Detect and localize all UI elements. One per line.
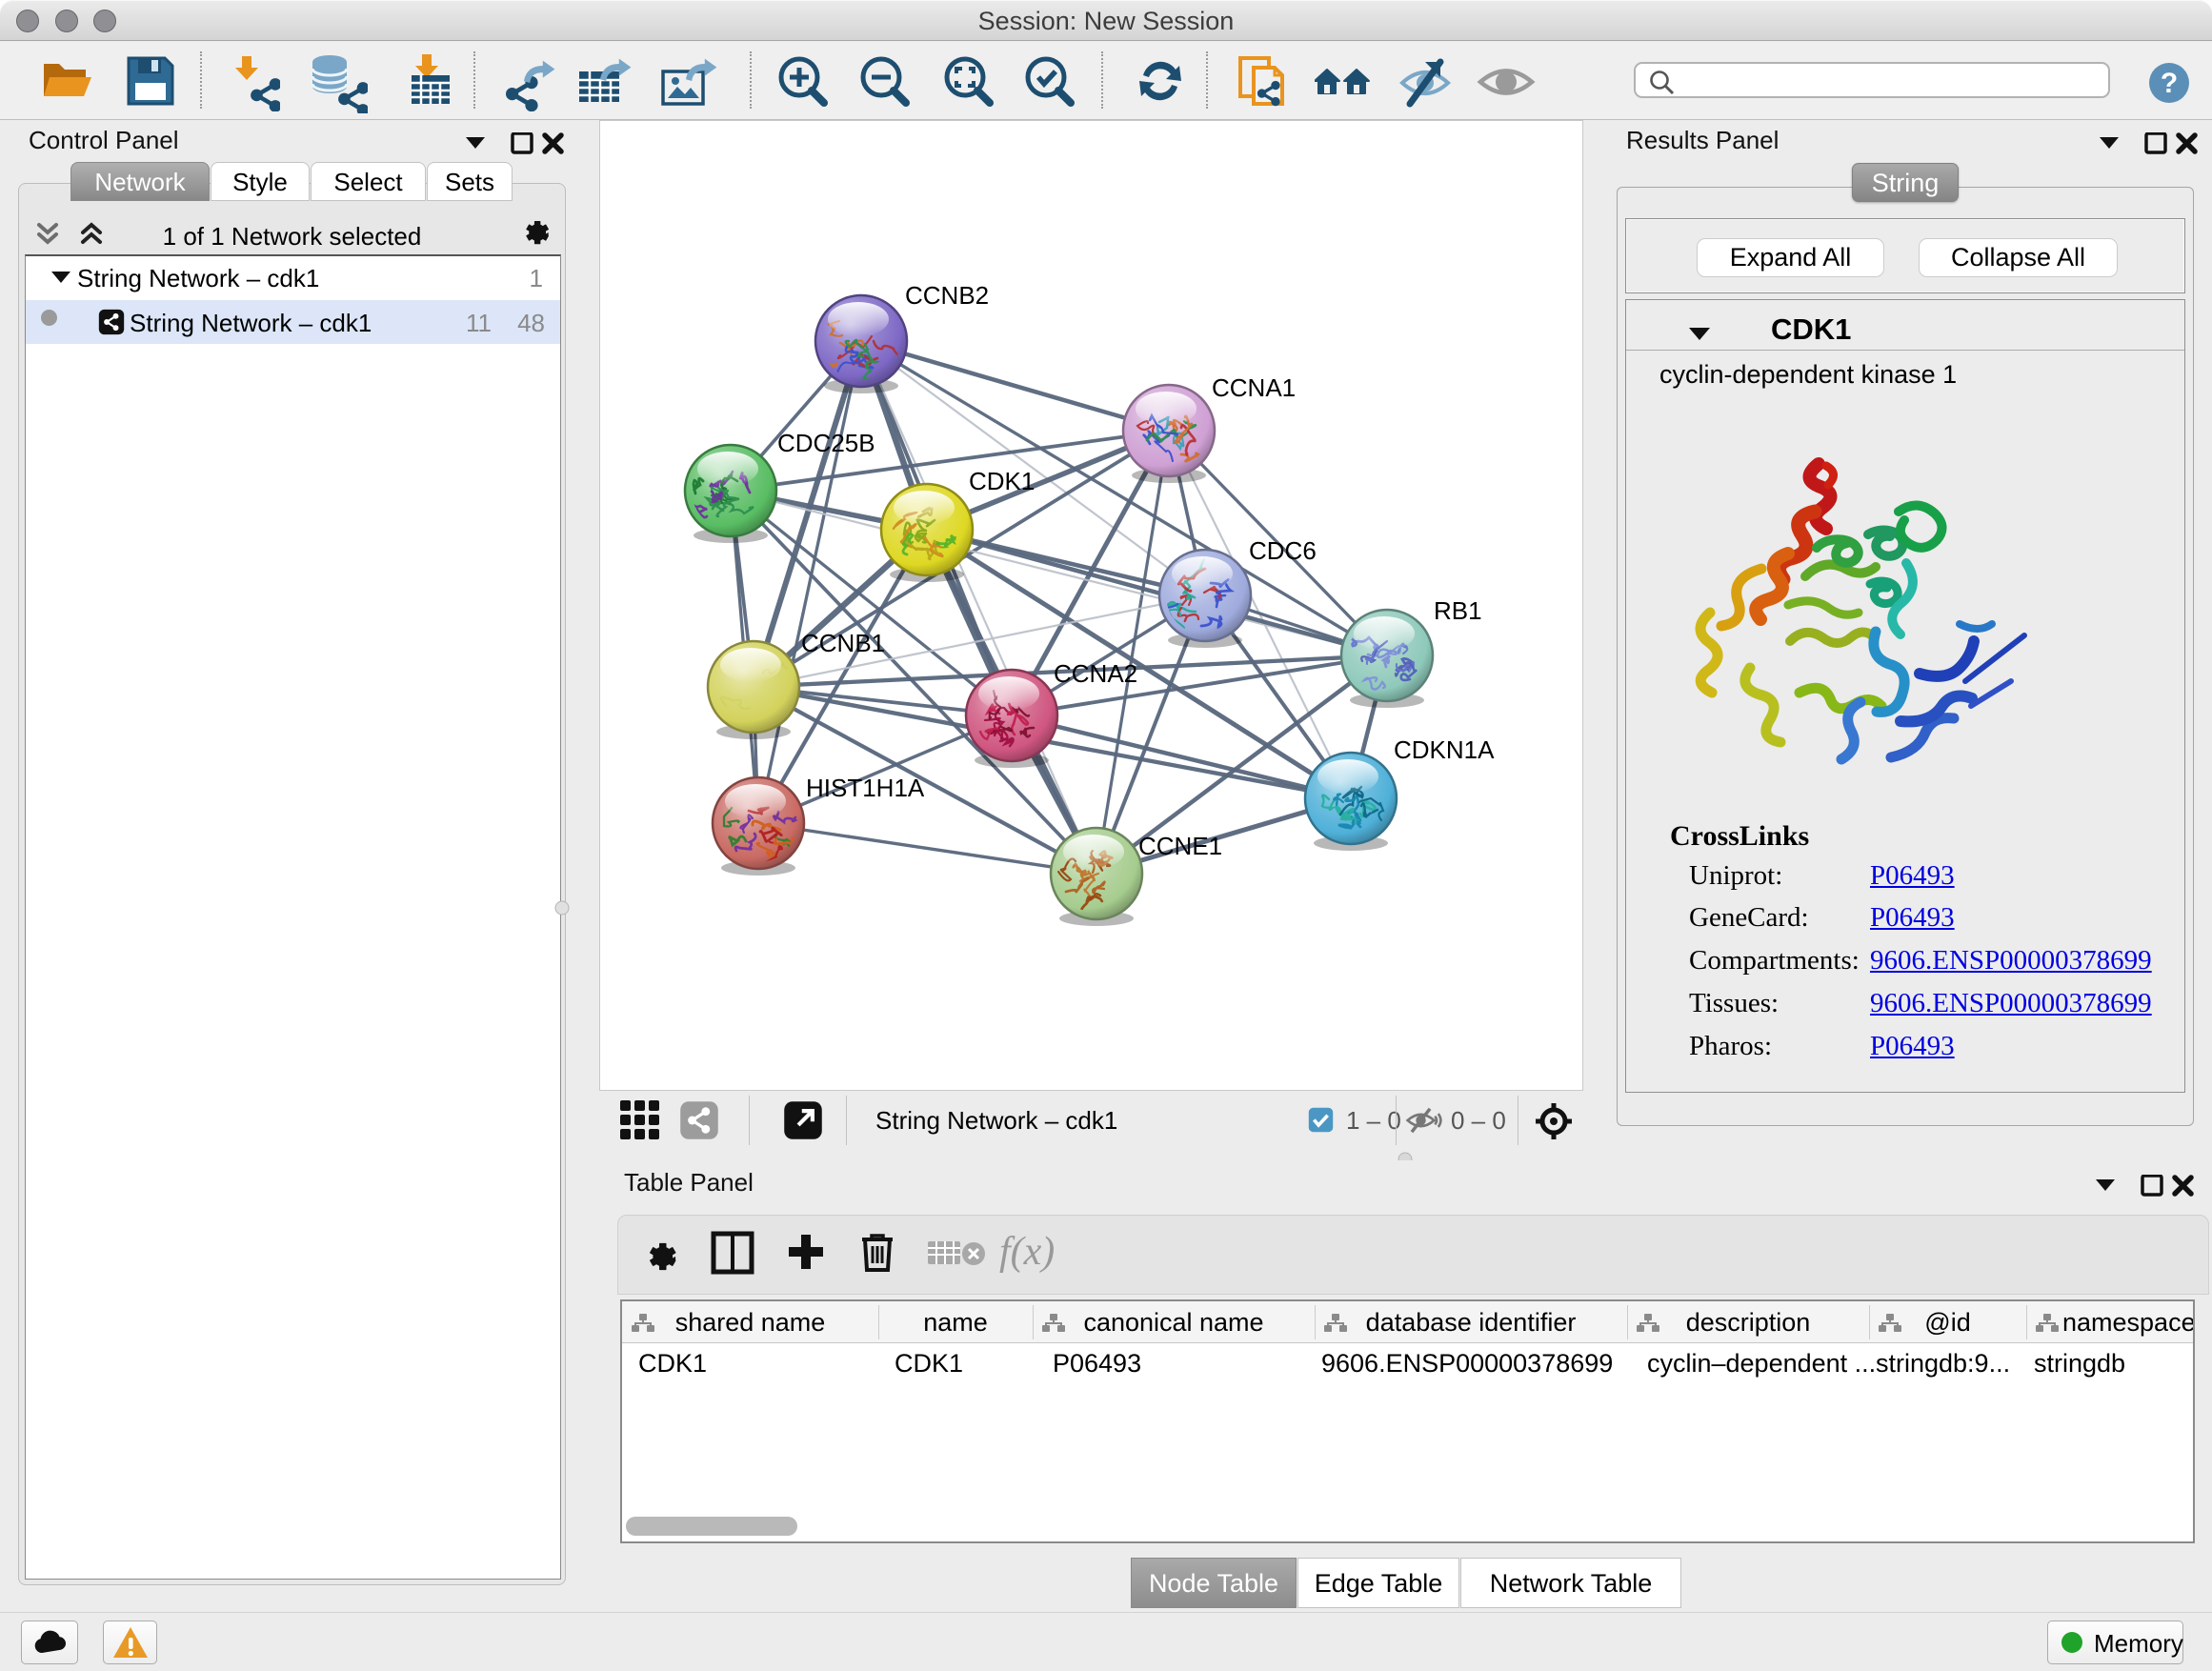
svg-text:?: ? — [2161, 68, 2178, 99]
svg-text:CCNB2: CCNB2 — [905, 281, 989, 310]
svg-text:CDC6: CDC6 — [1249, 536, 1317, 565]
svg-text:CCNB1: CCNB1 — [801, 629, 885, 657]
svg-text:HIST1H1A: HIST1H1A — [806, 774, 925, 802]
svg-text:CCNA1: CCNA1 — [1212, 373, 1296, 402]
svg-text:CDC25B: CDC25B — [777, 429, 875, 457]
svg-text:CCNA2: CCNA2 — [1054, 659, 1137, 688]
svg-text:RB1: RB1 — [1434, 596, 1482, 625]
svg-text:CDK1: CDK1 — [969, 467, 1035, 495]
svg-text:CCNE1: CCNE1 — [1138, 832, 1222, 860]
svg-text:CDKN1A: CDKN1A — [1394, 735, 1495, 764]
